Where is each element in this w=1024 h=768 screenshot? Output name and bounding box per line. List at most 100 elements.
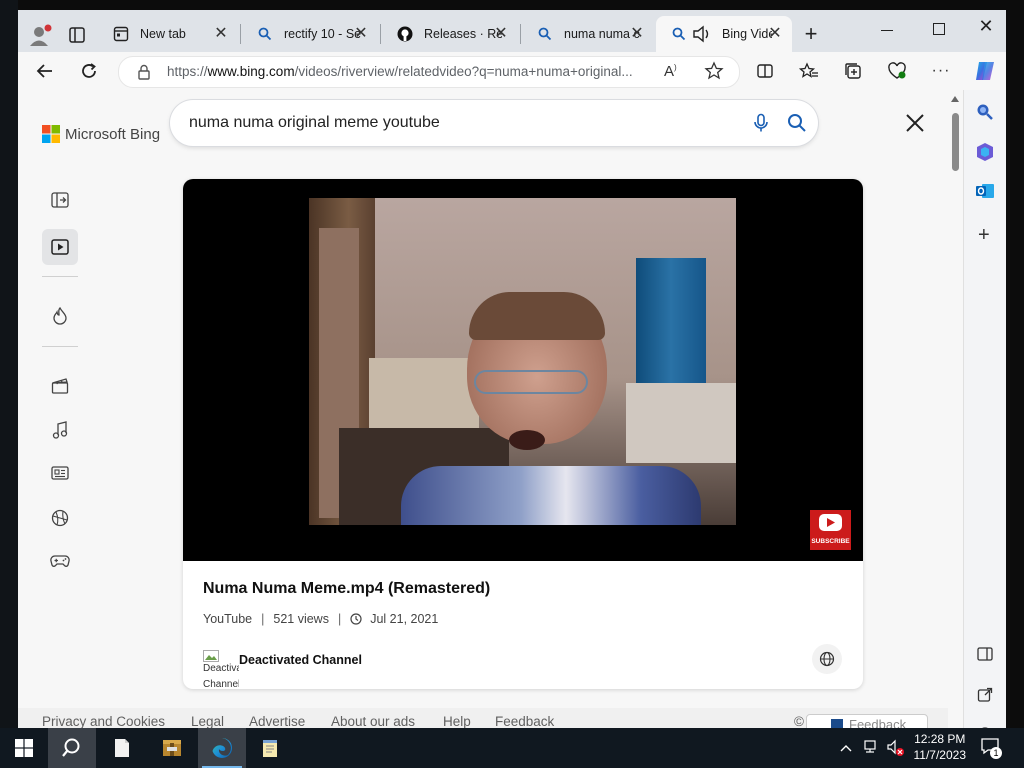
globe-icon[interactable] [812, 644, 842, 674]
favorite-star-icon[interactable] [704, 61, 724, 86]
video-date: Jul 21, 2021 [370, 612, 439, 626]
rail-sports-icon[interactable] [42, 500, 78, 536]
new-tab-icon [112, 25, 130, 43]
footer-copyright: © [794, 714, 804, 728]
search-icon [536, 25, 554, 43]
tab-actions-icon[interactable] [68, 26, 86, 44]
tab-releases[interactable]: Releases · Rec ✕ [382, 16, 518, 52]
tab-new-tab[interactable]: New tab ✕ [98, 16, 238, 52]
search-box[interactable]: numa numa original meme youtube [170, 100, 818, 146]
footer-about-ads-link[interactable]: About our ads [331, 714, 415, 728]
back-button[interactable] [34, 60, 56, 82]
tab-bing-video[interactable]: Bing Vide ✕ [656, 16, 792, 52]
scroll-up-arrow-icon[interactable] [951, 96, 959, 102]
taskbar-edge[interactable] [198, 728, 246, 768]
collections-icon[interactable] [842, 60, 864, 82]
page-footer: Privacy and Cookies Legal Advertise Abou… [18, 708, 948, 728]
github-icon [396, 25, 414, 43]
sidebar-hide-icon[interactable] [977, 647, 993, 666]
taskbar-search-button[interactable] [48, 728, 96, 768]
footer-feedback-link[interactable]: Feedback [495, 714, 554, 728]
taskbar-notes-app[interactable] [246, 728, 294, 768]
notification-count-badge: 1 [990, 747, 1002, 759]
taskbar-clock[interactable]: 12:28 PM 11/7/2023 [914, 731, 967, 763]
lock-icon[interactable] [137, 64, 151, 85]
show-hidden-icons-chevron-icon[interactable] [840, 740, 852, 758]
tab-numa-search[interactable]: numa numa c ✕ [522, 16, 654, 52]
more-menu-icon[interactable]: ··· [930, 60, 952, 82]
scrollbar-thumb[interactable] [952, 113, 959, 171]
taskbar-notepad-file[interactable] [98, 728, 146, 768]
sidebar-open-external-icon[interactable] [977, 687, 993, 708]
close-icon[interactable]: ✕ [352, 25, 370, 43]
close-icon[interactable]: ✕ [766, 25, 784, 43]
tab-rectify[interactable]: rectify 10 - Se ✕ [242, 16, 378, 52]
microphone-icon[interactable] [753, 113, 769, 138]
search-query-text[interactable]: numa numa original meme youtube [189, 114, 440, 132]
tab-strip: New tab ✕ rectify 10 - Se ✕ Releases · R… [18, 10, 1006, 52]
copilot-icon[interactable] [972, 58, 998, 84]
sidebar-settings-icon[interactable] [976, 720, 994, 728]
window-close-button[interactable]: ✕ [974, 14, 998, 38]
minimize-button[interactable] [876, 20, 900, 40]
sidebar-search-icon[interactable] [975, 102, 995, 127]
sidebar-outlook-icon[interactable] [975, 182, 995, 205]
subscribe-badge[interactable]: SUBSCRIBE [810, 510, 851, 550]
edge-sidebar: + [963, 90, 1006, 728]
rail-expand-icon[interactable] [42, 182, 78, 218]
read-aloud-icon[interactable]: A) [664, 63, 677, 80]
page-scrollbar[interactable] [948, 90, 963, 728]
video-card: SUBSCRIBE Numa Numa Meme.mp4 (Remastered… [183, 179, 863, 689]
video-title[interactable]: Numa Numa Meme.mp4 (Remastered) [203, 580, 490, 598]
clock-icon [350, 613, 362, 625]
footer-legal-link[interactable]: Legal [191, 714, 224, 728]
footer-advertise-link[interactable]: Advertise [249, 714, 305, 728]
bing-logo[interactable]: Microsoft Bing [42, 125, 160, 143]
speaker-icon[interactable] [692, 25, 714, 43]
maximize-button[interactable] [930, 20, 950, 40]
close-icon[interactable]: ✕ [492, 25, 510, 43]
rail-movies-icon[interactable] [42, 368, 78, 404]
volume-muted-icon[interactable] [886, 739, 906, 762]
feedback-button[interactable]: Feedback [806, 714, 928, 728]
footer-privacy-link[interactable]: Privacy and Cookies [42, 714, 165, 728]
action-center-button[interactable]: 1 [980, 737, 1004, 759]
tab-label: Releases · Rec [424, 27, 502, 41]
video-frame[interactable] [309, 198, 736, 525]
close-search-icon[interactable] [904, 112, 928, 136]
youtube-play-icon [819, 514, 842, 531]
archive-icon [163, 740, 181, 756]
sidebar-office-icon[interactable] [976, 142, 994, 167]
close-icon[interactable]: ✕ [212, 25, 230, 43]
network-icon[interactable] [863, 739, 879, 760]
rail-news-icon[interactable] [42, 455, 78, 491]
windows-taskbar: 12:28 PM 11/7/2023 1 [0, 728, 1024, 768]
close-icon[interactable]: ✕ [628, 25, 646, 43]
windows-logo-icon [15, 739, 33, 757]
footer-help-link[interactable]: Help [443, 714, 471, 728]
start-button[interactable] [0, 728, 48, 768]
refresh-button[interactable] [78, 60, 100, 82]
browser-essentials-icon[interactable] [886, 60, 908, 82]
rail-trending-icon[interactable] [42, 298, 78, 334]
rail-video-icon[interactable] [42, 229, 78, 265]
address-bar[interactable]: https://www.bing.com/videos/riverview/re… [118, 56, 740, 88]
favorites-icon[interactable] [798, 60, 820, 82]
taskbar-archive-app[interactable] [148, 728, 196, 768]
channel-avatar[interactable]: Deactivated Channel [203, 649, 239, 689]
tab-label: rectify 10 - Se [284, 27, 362, 41]
sidebar-add-icon[interactable]: + [978, 225, 990, 245]
profile-avatar[interactable] [28, 22, 54, 48]
glasses [474, 370, 588, 394]
split-screen-icon[interactable] [754, 60, 776, 82]
feedback-icon [831, 719, 843, 728]
new-tab-button[interactable]: + [800, 23, 822, 46]
url-text: https://www.bing.com/videos/riverview/re… [167, 64, 633, 79]
search-icon[interactable] [787, 113, 807, 138]
video-views: 521 views [273, 612, 329, 626]
avatar-alt-text: Deactivated Channel [203, 663, 239, 689]
rail-music-icon[interactable] [42, 412, 78, 448]
rail-gaming-icon[interactable] [42, 543, 78, 579]
channel-name[interactable]: Deactivated Channel [239, 653, 362, 667]
video-player[interactable]: SUBSCRIBE [183, 179, 863, 561]
